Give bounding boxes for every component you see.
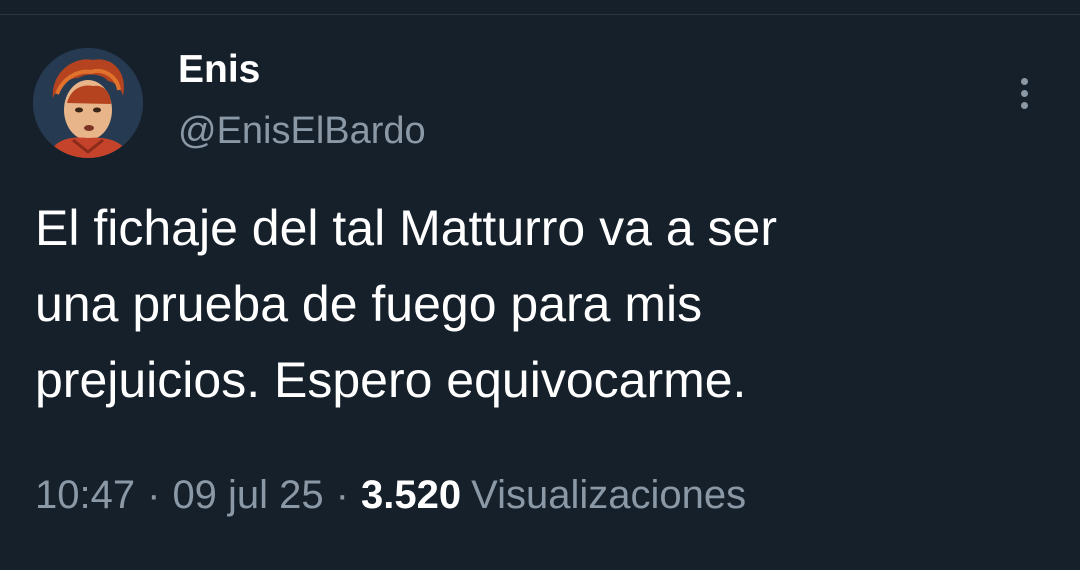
top-divider (0, 14, 1080, 15)
more-options-button[interactable] (1004, 70, 1044, 116)
tweet-text-line: prejuicios. Espero equivocarme. (35, 352, 747, 408)
tweet-metadata: 10:47 · 09 jul 25 · 3.520 Visualizaciones (35, 470, 746, 520)
author-handle[interactable]: @EnisElBardo (178, 108, 426, 154)
tweet-time[interactable]: 10:47 (35, 473, 135, 517)
tweet-text: El fichaje del tal Matturro va a ser una… (35, 190, 1045, 418)
views-label[interactable]: Visualizaciones (471, 473, 746, 517)
author-display-name[interactable]: Enis (178, 46, 260, 94)
meta-separator: · (335, 473, 349, 517)
more-vertical-icon (1021, 78, 1028, 85)
tweet-text-line: una prueba de fuego para mis (35, 276, 703, 332)
avatar-portrait-image (33, 48, 143, 158)
tweet-date[interactable]: 09 jul 25 (172, 473, 323, 517)
views-count[interactable]: 3.520 (361, 473, 461, 517)
more-vertical-icon-dot (1021, 102, 1028, 109)
avatar[interactable] (33, 48, 143, 158)
tweet-text-line: El fichaje del tal Matturro va a ser (35, 200, 777, 256)
meta-separator: · (147, 473, 161, 517)
more-vertical-icon-dot (1021, 90, 1028, 97)
